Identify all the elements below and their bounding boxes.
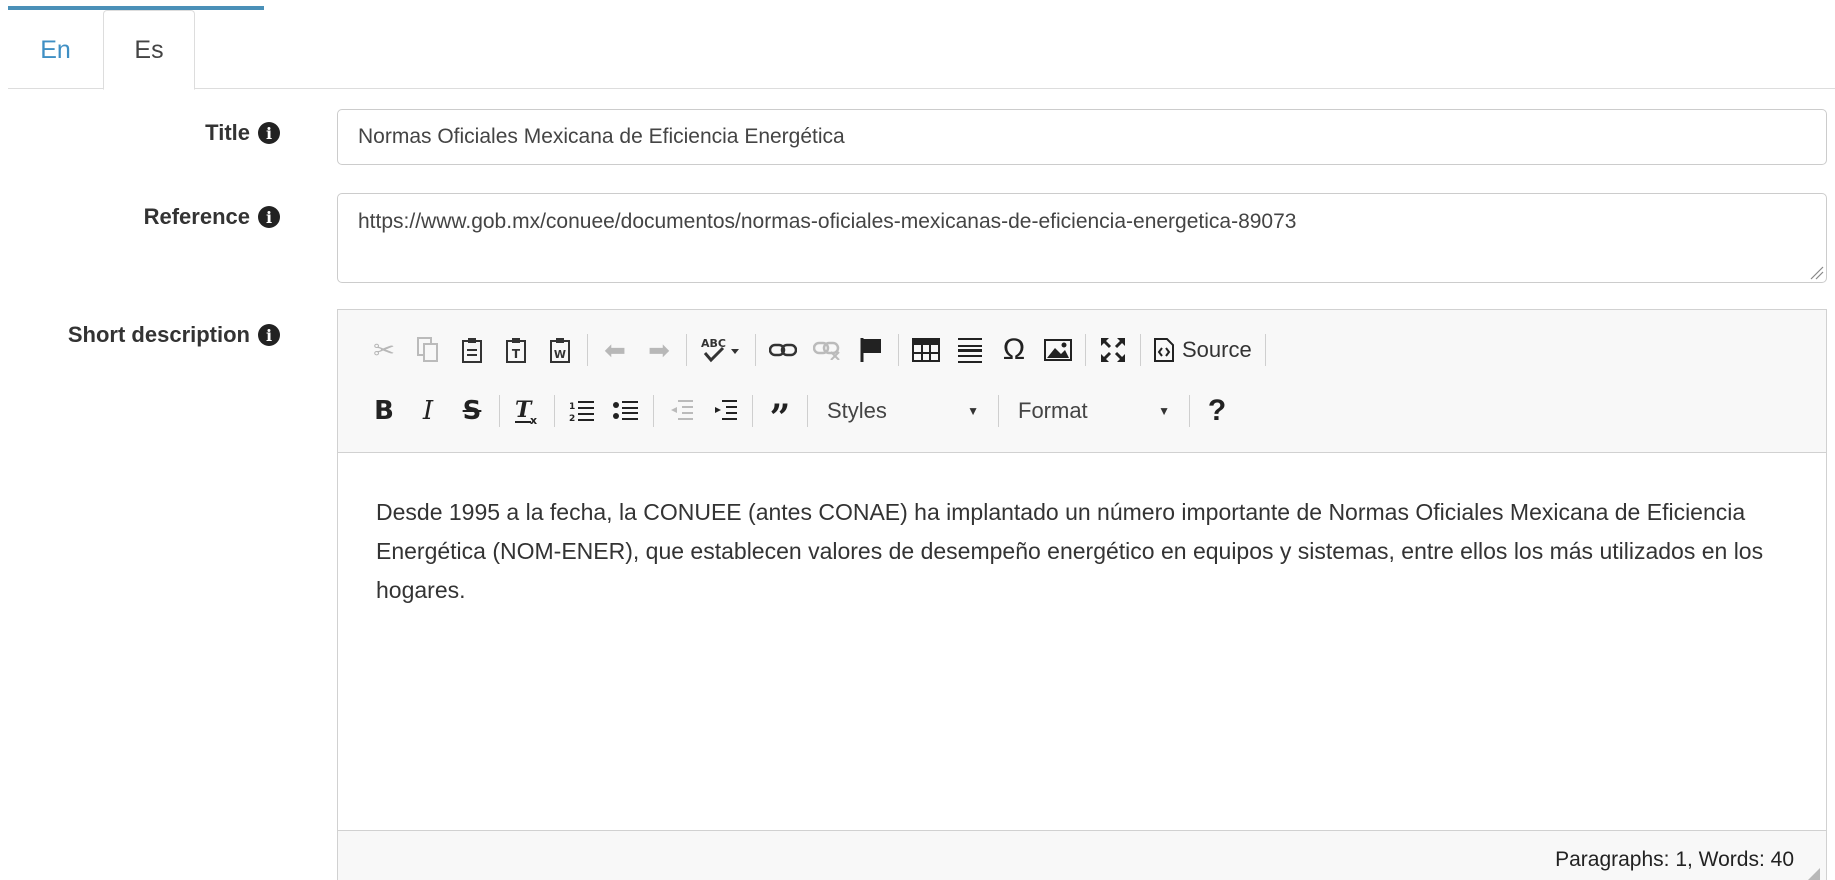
reference-label: Reference [143,204,250,229]
svg-text:W: W [554,348,566,361]
spellcheck-icon[interactable]: ABC [692,330,750,370]
info-icon[interactable]: i [258,206,280,228]
chevron-down-icon: ▼ [967,404,979,418]
horizontal-rule-icon[interactable] [948,330,992,370]
editor-toolbar: ✂ T W ⬅ ➡ ABC Ω Source B I S T x 1 2 ” S… [338,310,1826,453]
toolbar-separator [554,395,555,427]
title-label-group: Title i [205,120,280,146]
remove-format-icon[interactable]: Tx [505,391,549,431]
toolbar-separator [499,395,500,427]
source-icon [1154,338,1174,362]
outdent-icon[interactable] [659,391,703,431]
special-char-omega-icon[interactable]: Ω [992,330,1036,370]
undo-icon[interactable]: ⬅ [593,330,637,370]
toolbar-separator [1140,334,1141,366]
table-icon[interactable] [904,330,948,370]
link-icon[interactable] [761,330,805,370]
bulleted-list-icon[interactable] [604,391,648,431]
reference-textarea[interactable]: https://www.gob.mx/conuee/documentos/nor… [337,193,1827,283]
short-description-label: Short description [67,322,250,347]
info-icon[interactable]: i [258,122,280,144]
source-label: Source [1182,337,1252,362]
toolbar-row-2: B I S Tx 12 ” Styles ▼ Format ▼ ? [362,386,1239,439]
toolbar-row-1: ✂ T W ⬅ ➡ ABC Ω Source [362,325,1271,375]
resize-grip-icon[interactable] [1808,264,1824,280]
chevron-down-icon: ▼ [1158,404,1170,418]
image-icon[interactable] [1036,330,1080,370]
title-input-value: Normas Oficiales Mexicana de Eficiencia … [358,125,845,148]
short-description-label-group: Short description i [68,322,280,348]
copy-icon[interactable] [406,330,450,370]
paste-text-icon[interactable]: T [494,330,538,370]
tab-es[interactable]: Es [103,10,195,90]
reference-label-group: Reference i [144,204,280,230]
title-input[interactable]: Normas Oficiales Mexicana de Eficiencia … [337,109,1827,165]
numbered-list-icon[interactable]: 12 [560,391,604,431]
format-label: Format [1018,398,1088,423]
editor-content[interactable]: Desde 1995 a la fecha, la CONUEE (antes … [376,493,1806,610]
paste-icon[interactable] [450,330,494,370]
toolbar-separator [752,395,753,427]
toolbar-separator [1264,334,1266,366]
toolbar-separator [587,334,588,366]
unlink-icon[interactable] [805,330,849,370]
info-icon[interactable]: i [258,324,280,346]
bold-icon[interactable]: B [362,391,406,431]
language-tabs: En Es [8,0,1835,90]
format-dropdown[interactable]: Format ▼ [1004,391,1184,431]
styles-label: Styles [827,398,887,423]
paste-word-icon[interactable]: W [538,330,582,370]
styles-dropdown[interactable]: Styles ▼ [813,391,993,431]
blockquote-icon[interactable]: ” [758,391,802,439]
toolbar-separator [807,395,808,427]
help-button[interactable]: ? [1195,391,1239,431]
strikethrough-icon[interactable]: S [450,391,494,431]
tab-en[interactable]: En [8,10,103,90]
indent-icon[interactable] [703,391,747,431]
toolbar-separator [653,395,654,427]
rich-text-editor: ✂ T W ⬅ ➡ ABC Ω Source B I S T x 1 2 ” S… [337,309,1827,880]
svg-text:2: 2 [569,414,575,423]
svg-text:1: 1 [569,402,575,412]
source-button[interactable]: Source [1146,330,1260,370]
maximize-icon[interactable] [1091,330,1135,370]
toolbar-separator [998,395,999,427]
toolbar-separator [1189,395,1190,427]
toolbar-separator [686,334,687,366]
anchor-flag-icon[interactable] [849,330,893,370]
italic-icon[interactable]: I [406,391,450,431]
toolbar-separator [1085,334,1086,366]
redo-icon[interactable]: ➡ [637,330,681,370]
editor-statusbar: Paragraphs: 1, Words: 40 [338,830,1826,880]
reference-value: https://www.gob.mx/conuee/documentos/nor… [358,210,1297,233]
toolbar-separator [755,334,756,366]
cut-icon[interactable]: ✂ [362,330,406,370]
word-count-status: Paragraphs: 1, Words: 40 [1555,848,1794,871]
title-label: Title [205,120,250,145]
resize-grip-icon[interactable] [1804,868,1820,880]
svg-text:x: x [530,414,537,425]
svg-text:T: T [512,347,521,361]
toolbar-separator [898,334,899,366]
